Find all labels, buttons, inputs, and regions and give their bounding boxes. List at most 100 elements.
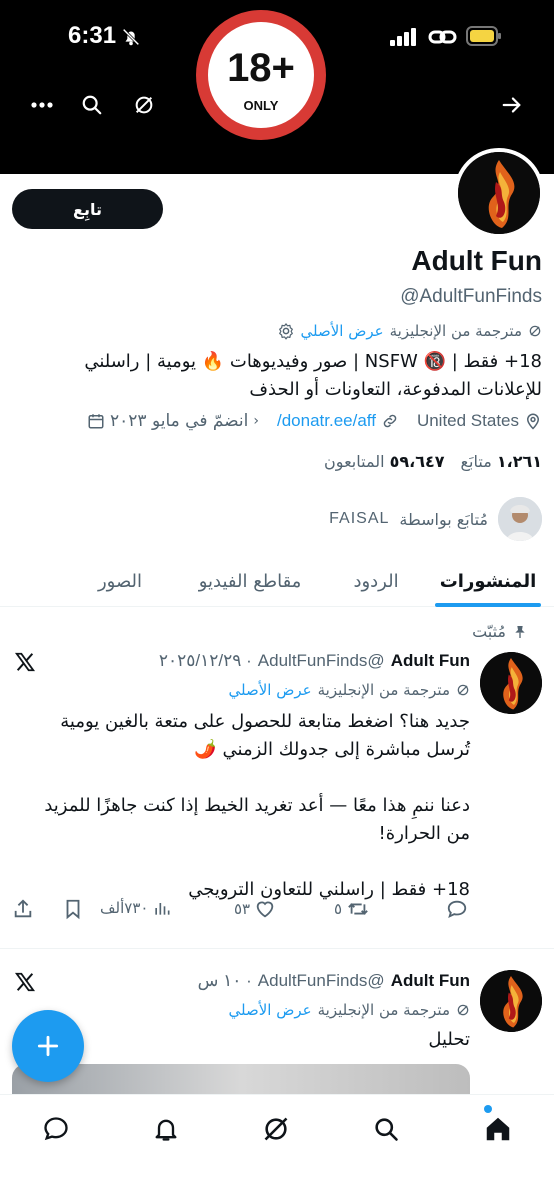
post-header: Adult Fun @AdultFunFinds · ٢٠٢٥/١٢/٢٩ bbox=[159, 651, 470, 671]
joined-text: انضمّ في مايو ٢٠٢٣ bbox=[110, 411, 249, 431]
like-button[interactable]: ٥٣ bbox=[234, 898, 276, 920]
chevron-left-icon: ‹ bbox=[253, 413, 259, 429]
post-text-line: جديد هنا؟ اضغط متابعة للحصول على متعة با… bbox=[60, 711, 470, 732]
back-arrow-icon[interactable] bbox=[494, 87, 530, 123]
location-pin-icon bbox=[524, 412, 542, 430]
silent-bell-icon bbox=[120, 26, 142, 48]
search-icon[interactable] bbox=[74, 87, 110, 123]
home-icon[interactable] bbox=[478, 1109, 518, 1149]
translated-label: مترجمة من الإنجليزية bbox=[317, 1001, 450, 1019]
x-logo-icon bbox=[14, 971, 36, 993]
post-avatar[interactable] bbox=[480, 652, 542, 714]
profile-avatar[interactable] bbox=[454, 148, 544, 238]
show-original-link[interactable]: عرض الأصلي bbox=[229, 681, 312, 699]
profile-handle: @AdultFunFinds bbox=[400, 286, 542, 307]
profile-name: Adult Fun bbox=[411, 245, 542, 276]
bottom-nav bbox=[0, 1094, 554, 1200]
following-count: ١،٢٦١ bbox=[496, 452, 542, 471]
followers-stat[interactable]: ٥٩،٦٤٧ المتابعون bbox=[324, 452, 444, 471]
tab-videos[interactable]: مقاطع الفيديو bbox=[170, 555, 330, 607]
following-label: متابَع bbox=[460, 452, 492, 471]
post-translation-row: مترجمة من الإنجليزية عرض الأصلي bbox=[229, 681, 470, 699]
post-body: تحليل bbox=[20, 1026, 470, 1054]
show-original-link[interactable]: عرض الأصلي bbox=[229, 1001, 312, 1019]
followed-by-text: مُتابَع بواسطة bbox=[399, 509, 488, 529]
grok-icon[interactable] bbox=[256, 1109, 296, 1149]
post-translation-row: مترجمة من الإنجليزية عرض الأصلي bbox=[229, 1001, 470, 1019]
followed-by-name: FAISAL bbox=[329, 510, 390, 527]
following-stat[interactable]: ١،٢٦١ متابَع bbox=[461, 452, 542, 471]
signal-icon bbox=[390, 28, 418, 46]
translate-icon bbox=[528, 324, 542, 338]
post-author-handle: @AdultFunFinds bbox=[257, 651, 385, 670]
translated-label: مترجمة من الإنجليزية bbox=[389, 322, 522, 340]
follow-stats: ١،٢٦١ متابَع ٥٩،٦٤٧ المتابعون bbox=[324, 452, 542, 471]
home-unread-dot bbox=[484, 1105, 492, 1113]
bio-line: للإعلانات المدفوعة، التعاونات أو الحذف bbox=[249, 379, 542, 400]
joined-item[interactable]: ‹ انضمّ في مايو ٢٠٢٣ bbox=[87, 411, 259, 431]
follower-avatar bbox=[498, 497, 542, 541]
show-original-link[interactable]: عرض الأصلي bbox=[301, 322, 384, 340]
tab-posts[interactable]: المنشورات bbox=[422, 555, 554, 607]
badge-number: 18+ bbox=[227, 46, 295, 90]
location-item: United States bbox=[417, 411, 542, 431]
share-button[interactable] bbox=[12, 898, 34, 920]
views-count: ٧٣٠ألف bbox=[100, 899, 149, 917]
link-icon bbox=[381, 412, 399, 430]
hotspot-link-icon bbox=[428, 26, 458, 48]
pin-icon bbox=[512, 624, 528, 640]
post-header: Adult Fun @AdultFunFinds · ١٠ س bbox=[198, 971, 470, 991]
pinned-label: مُثبّت bbox=[472, 622, 506, 641]
reply-button[interactable] bbox=[446, 898, 468, 920]
post-author-handle: @AdultFunFinds bbox=[257, 971, 385, 990]
post-timestamp: · ٢٠٢٥/١٢/٢٩ bbox=[158, 651, 252, 670]
status-time: 6:31 bbox=[68, 22, 117, 49]
notifications-icon[interactable] bbox=[146, 1109, 186, 1149]
messages-icon[interactable] bbox=[36, 1109, 76, 1149]
likes-count: ٥٣ bbox=[234, 900, 251, 918]
post-timestamp: · ١٠ س bbox=[197, 971, 252, 990]
post-text-line: من الحرارة! bbox=[378, 823, 470, 844]
bio-line: 18+ فقط | 🔞 NSFW | صور وفيديوهات 🔥 يومية… bbox=[84, 351, 542, 372]
tab-replies[interactable]: الردود bbox=[330, 555, 422, 607]
translate-icon bbox=[456, 1003, 470, 1017]
post-author-name[interactable]: Adult Fun bbox=[391, 651, 470, 671]
repost-button[interactable]: ٥ bbox=[334, 898, 370, 920]
post-text-line: دعنا ننمِ هذا معًا — أعد تغريد الخيط إذا… bbox=[44, 795, 470, 816]
badge-caption: ONLY bbox=[243, 98, 279, 113]
bio-translation-row: مترجمة من الإنجليزية عرض الأصلي bbox=[277, 322, 542, 340]
search-icon[interactable] bbox=[366, 1109, 406, 1149]
website-item[interactable]: donatr.ee/aff/ bbox=[277, 411, 399, 431]
post-text-line: تُرسل مباشرة إلى جدولك الزمني 🌶️ bbox=[194, 739, 470, 760]
website-link[interactable]: donatr.ee/aff/ bbox=[277, 411, 376, 431]
location-text: United States bbox=[416, 411, 519, 430]
plus-icon bbox=[37, 1035, 59, 1057]
tab-photos[interactable]: الصور bbox=[70, 555, 170, 607]
post-avatar[interactable] bbox=[480, 970, 542, 1032]
post-body: جديد هنا؟ اضغط متابعة للحصول على متعة با… bbox=[20, 708, 470, 904]
translate-icon bbox=[456, 683, 470, 697]
follow-button[interactable]: تابِع bbox=[12, 189, 163, 229]
views-button[interactable]: ٧٣٠ألف bbox=[100, 898, 172, 918]
followers-label: المتابعون bbox=[324, 452, 385, 471]
pinned-indicator: مُثبّت bbox=[472, 622, 528, 641]
followers-count: ٥٩،٦٤٧ bbox=[389, 452, 445, 471]
post-author-name[interactable]: Adult Fun bbox=[391, 971, 470, 991]
battery-icon bbox=[466, 26, 502, 46]
calendar-icon bbox=[87, 412, 105, 430]
profile-tabs: المنشورات الردود مقاطع الفيديو الصور bbox=[0, 555, 554, 607]
translation-settings-icon[interactable] bbox=[277, 322, 295, 340]
post-divider bbox=[0, 948, 554, 949]
grok-icon[interactable] bbox=[126, 87, 162, 123]
translated-label: مترجمة من الإنجليزية bbox=[317, 681, 450, 699]
profile-bio: 18+ فقط | 🔞 NSFW | صور وفيديوهات 🔥 يومية… bbox=[12, 348, 542, 404]
reposts-count: ٥ bbox=[334, 900, 343, 918]
profile-meta-row: United States donatr.ee/aff/ ‹ انضمّ في … bbox=[87, 411, 542, 431]
post-actions: ٧٣٠ألف ٥٣ ٥ bbox=[12, 898, 472, 928]
bookmark-button[interactable] bbox=[62, 898, 84, 920]
followed-by-row[interactable]: مُتابَع بواسطة FAISAL bbox=[329, 497, 542, 541]
post-text-line: تحليل bbox=[428, 1029, 470, 1050]
compose-button[interactable] bbox=[12, 1010, 84, 1082]
adult-badge-image: 18+ ONLY bbox=[196, 10, 326, 140]
more-options-icon[interactable] bbox=[24, 87, 60, 123]
